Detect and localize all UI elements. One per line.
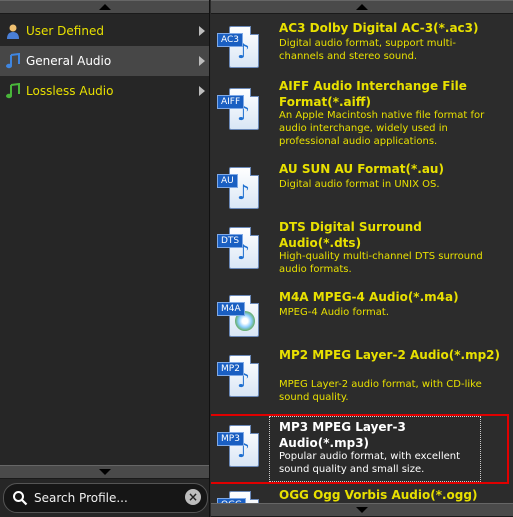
- format-item-mp3-selected[interactable]: ♪ MP3 MP3 MPEG Layer-3 Audio(*.mp3) Popu…: [211, 414, 513, 484]
- category-item-user-defined[interactable]: User Defined: [0, 16, 209, 46]
- format-title: AIFF Audio Interchange File Format(*.aif…: [279, 79, 467, 109]
- chevron-right-icon: [199, 56, 205, 66]
- audio-file-icon: ♪ MP2: [217, 353, 263, 401]
- user-icon: [4, 22, 22, 40]
- green-music-note-icon: [4, 82, 22, 100]
- format-scroll-up-button[interactable]: [211, 0, 513, 14]
- format-tag: AIFF: [217, 95, 245, 109]
- category-label: General Audio: [26, 54, 112, 68]
- format-panel: ♪ AC3 AC3 Dolby Digital AC-3(*.ac3) Digi…: [211, 0, 513, 517]
- audio-file-icon: ♪ MP3: [217, 423, 263, 471]
- arrow-up-icon: [356, 4, 368, 10]
- category-list: User Defined General Audio Lossless Audi…: [0, 16, 209, 106]
- audio-file-icon: ♪ AC3: [217, 24, 263, 72]
- category-item-lossless-audio[interactable]: Lossless Audio: [0, 76, 209, 106]
- category-item-general-audio[interactable]: General Audio: [0, 46, 209, 76]
- format-tag: M4A: [217, 302, 245, 316]
- category-label: Lossless Audio: [26, 84, 114, 98]
- audio-file-icon: ♪ AIFF: [217, 86, 263, 134]
- format-scroll-down-button[interactable]: [211, 503, 513, 517]
- format-description: An Apple Macintosh native file format fo…: [279, 110, 485, 147]
- audio-file-icon: ♪ AU: [217, 165, 263, 213]
- chevron-right-icon: [199, 86, 205, 96]
- format-title: M4A MPEG-4 Audio(*.m4a): [279, 290, 459, 304]
- category-panel: User Defined General Audio Lossless Audi…: [0, 0, 210, 517]
- format-description: Digital audio format, support multi-chan…: [279, 38, 456, 62]
- format-description: Popular audio format, with excellent sou…: [279, 451, 461, 475]
- chevron-right-icon: [199, 26, 205, 36]
- category-label: User Defined: [26, 24, 104, 38]
- search-input[interactable]: [32, 490, 176, 506]
- format-title: AU SUN AU Format(*.au): [279, 162, 444, 176]
- format-title: AC3 Dolby Digital AC-3(*.ac3): [279, 21, 479, 35]
- category-scroll-up-button[interactable]: [0, 0, 209, 14]
- format-tag: MP3: [217, 432, 244, 446]
- format-item-mp2[interactable]: ♪ MP2 MP2 MPEG Layer-2 Audio(*.mp2) MPEG…: [211, 347, 513, 407]
- arrow-down-icon: [356, 507, 368, 513]
- format-item-m4a[interactable]: M4A M4A MPEG-4 Audio(*.m4a) MPEG-4 Audio…: [211, 289, 513, 339]
- search-box: ×: [3, 483, 208, 513]
- category-scroll-down-button[interactable]: [0, 465, 209, 479]
- format-tag: DTS: [217, 234, 244, 248]
- format-title: DTS Digital Surround Audio(*.dts): [279, 220, 422, 250]
- arrow-up-icon: [98, 4, 111, 10]
- format-item-au[interactable]: ♪ AU AU SUN AU Format(*.au) Digital audi…: [211, 161, 513, 209]
- format-item-ac3[interactable]: ♪ AC3 AC3 Dolby Digital AC-3(*.ac3) Digi…: [211, 20, 513, 72]
- format-tag: AC3: [217, 33, 244, 47]
- arrow-down-icon: [98, 469, 111, 475]
- format-description: Digital audio format in UNIX OS.: [279, 179, 440, 190]
- format-tag: MP2: [217, 362, 244, 376]
- music-note-icon: [4, 52, 22, 70]
- format-title: MP3 MPEG Layer-3 Audio(*.mp3): [279, 420, 406, 450]
- m4a-file-icon: M4A: [217, 293, 263, 341]
- format-title: MP2 MPEG Layer-2 Audio(*.mp2): [279, 348, 501, 362]
- audio-file-icon: ♪ DTS: [217, 225, 263, 273]
- search-icon: [12, 490, 28, 506]
- format-tag: AU: [217, 174, 238, 188]
- format-description: High-quality multi-channel DTS surround …: [279, 251, 483, 275]
- format-description: MPEG Layer-2 audio format, with CD-like …: [279, 379, 482, 403]
- format-title: OGG Ogg Vorbis Audio(*.ogg): [279, 488, 478, 502]
- format-description: MPEG-4 Audio format.: [279, 307, 390, 318]
- format-item-dts[interactable]: ♪ DTS DTS Digital Surround Audio(*.dts) …: [211, 219, 513, 281]
- clear-search-button[interactable]: ×: [185, 489, 201, 505]
- format-item-aiff[interactable]: ♪ AIFF AIFF Audio Interchange File Forma…: [211, 78, 513, 154]
